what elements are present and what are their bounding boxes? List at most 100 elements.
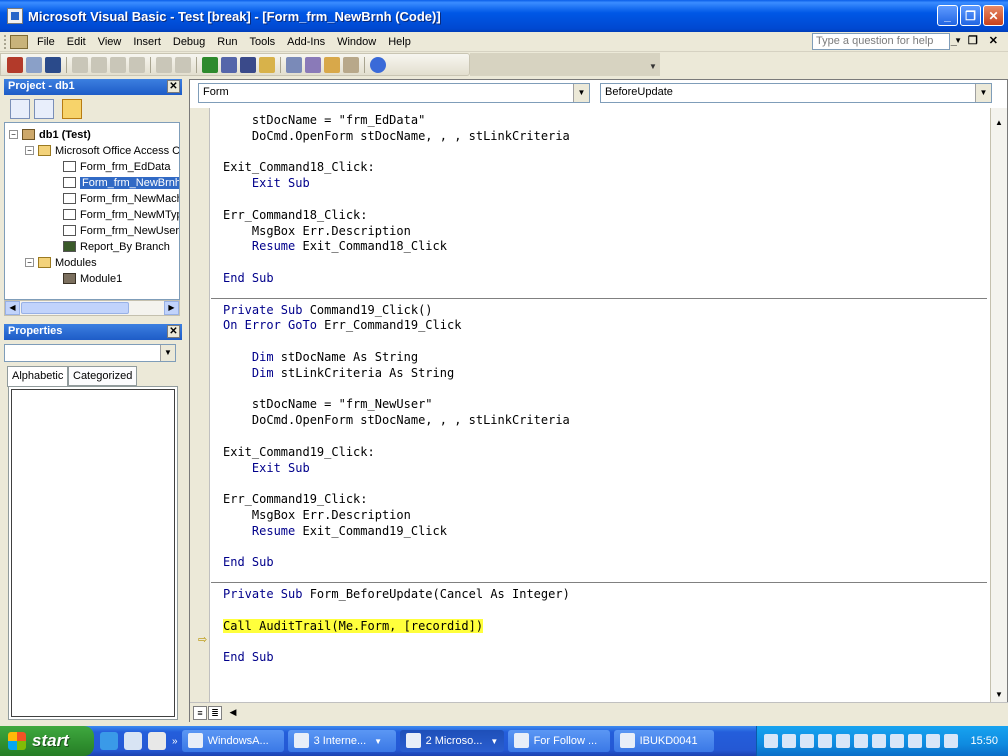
tray-icon[interactable] xyxy=(926,734,941,748)
properties-grid[interactable] xyxy=(8,386,178,720)
task-ibukd0041[interactable]: IBUKD0041 xyxy=(613,730,714,752)
object-browser-icon[interactable] xyxy=(324,56,340,73)
help-icon[interactable] xyxy=(370,56,386,73)
code-line[interactable]: Resume Exit_Command19_Click xyxy=(223,524,447,539)
menu-edit[interactable]: Edit xyxy=(61,36,92,48)
insert-module-icon[interactable] xyxy=(26,56,42,73)
code-line[interactable]: Exit Sub xyxy=(223,461,310,476)
code-line[interactable]: Exit_Command18_Click: xyxy=(223,160,375,175)
tray-icon[interactable] xyxy=(800,734,815,748)
code-editor[interactable]: stDocName = "frm_EdData" DoCmd.OpenForm … xyxy=(223,108,988,702)
tree-item-form-newMachine[interactable]: Form_frm_NewMachine xyxy=(63,191,179,206)
redo-icon[interactable] xyxy=(175,56,191,73)
paste-icon[interactable] xyxy=(110,56,126,73)
code-window[interactable]: Form ▼ BeforeUpdate ▼ ⇨ stDocName = "frm… xyxy=(189,79,1008,722)
scroll-down-icon[interactable]: ▼ xyxy=(991,688,1007,702)
vb-document-icon[interactable] xyxy=(10,34,28,49)
help-question-input[interactable]: Type a question for help xyxy=(812,33,950,50)
task-windowsa[interactable]: WindowsA... xyxy=(181,730,284,752)
code-line[interactable]: MsgBox Err.Description xyxy=(223,508,411,523)
cut-icon[interactable] xyxy=(72,56,88,73)
scroll-left-icon[interactable]: ◀ xyxy=(5,301,20,315)
save-icon[interactable] xyxy=(45,56,61,73)
scroll-right-icon[interactable]: ▶ xyxy=(164,301,179,315)
code-line[interactable]: DoCmd.OpenForm stDocName, , , stLinkCrit… xyxy=(223,413,570,428)
code-line[interactable]: On Error GoTo Err_Command19_Click xyxy=(223,318,461,333)
object-selector[interactable]: ▼ xyxy=(4,344,176,362)
view-access-icon[interactable] xyxy=(7,56,23,73)
toolbox-icon[interactable] xyxy=(343,56,359,73)
project-panel-title[interactable]: Project - db1 ✕ xyxy=(4,79,182,95)
desktop-quicklaunch-icon[interactable] xyxy=(148,732,166,750)
quicklaunch-chevron-icon[interactable]: » xyxy=(172,736,178,747)
view-object-button[interactable] xyxy=(34,99,54,119)
code-line[interactable]: stDocName = "frm_NewUser" xyxy=(223,397,433,412)
tree-folder-objects[interactable]: − Microsoft Office Access Class Objects xyxy=(25,143,179,158)
vb-app-icon[interactable] xyxy=(7,8,23,24)
tray-icon[interactable] xyxy=(890,734,905,748)
find-icon[interactable] xyxy=(129,56,145,73)
code-vscrollbar[interactable]: ▲ ▼ xyxy=(990,108,1007,702)
menu-tools[interactable]: Tools xyxy=(243,36,281,48)
outlook-quicklaunch-icon[interactable] xyxy=(124,732,142,750)
code-line[interactable]: Err_Command18_Click: xyxy=(223,208,368,223)
properties-panel-title[interactable]: Properties ✕ xyxy=(4,324,182,340)
code-line[interactable]: Dim stLinkCriteria As String xyxy=(223,366,454,381)
view-code-button[interactable] xyxy=(10,99,30,119)
project-explorer-icon[interactable] xyxy=(286,56,302,73)
menu-view[interactable]: View xyxy=(92,36,128,48)
scroll-thumb[interactable] xyxy=(21,302,129,314)
menu-window[interactable]: Window xyxy=(331,36,382,48)
menu-add-ins[interactable]: Add-Ins xyxy=(281,36,331,48)
collapse-icon[interactable]: − xyxy=(25,258,34,267)
reset-icon[interactable] xyxy=(240,56,256,73)
menu-debug[interactable]: Debug xyxy=(167,36,211,48)
tray-icon[interactable] xyxy=(818,734,833,748)
restore-button[interactable]: ❐ xyxy=(960,5,981,26)
minimize-button[interactable]: _ xyxy=(937,5,958,26)
collapse-icon[interactable]: − xyxy=(25,146,34,155)
chevron-down-icon[interactable]: ▼ xyxy=(975,84,991,102)
project-close-button[interactable]: ✕ xyxy=(167,80,180,93)
code-line[interactable]: Private Sub Command19_Click() xyxy=(223,303,433,318)
code-margin[interactable]: ⇨ xyxy=(190,108,210,702)
tree-root[interactable]: − db1 (Test) xyxy=(9,127,91,142)
project-hscrollbar[interactable]: ◀ ▶ xyxy=(4,300,180,316)
code-line[interactable]: End Sub xyxy=(223,650,274,665)
object-combo[interactable]: Form ▼ xyxy=(198,83,590,103)
title-bar[interactable]: Microsoft Visual Basic - Test [break] - … xyxy=(0,0,1008,32)
tab-alphabetic[interactable]: Alphabetic xyxy=(7,366,69,387)
tab-categorized[interactable]: Categorized xyxy=(68,366,138,386)
tray-icon[interactable] xyxy=(836,734,851,748)
design-mode-icon[interactable] xyxy=(259,56,275,73)
tray-icon[interactable] xyxy=(854,734,869,748)
menu-help[interactable]: Help xyxy=(382,36,417,48)
procedure-view-icon[interactable]: ≡ xyxy=(193,706,207,720)
tree-item-form-newUser[interactable]: Form_frm_NewUser xyxy=(63,223,179,238)
project-tree[interactable]: − db1 (Test) − Microsoft Office Access C… xyxy=(4,122,180,300)
undo-icon[interactable] xyxy=(156,56,172,73)
code-line[interactable]: stDocName = "frm_EdData" xyxy=(223,113,425,128)
procedure-combo[interactable]: BeforeUpdate ▼ xyxy=(600,83,992,103)
scroll-up-icon[interactable]: ▲ xyxy=(991,116,1007,130)
scroll-left-icon[interactable]: ◀ xyxy=(226,706,240,720)
menu-run[interactable]: Run xyxy=(211,36,243,48)
collapse-icon[interactable]: − xyxy=(9,130,18,139)
code-line[interactable]: End Sub xyxy=(223,555,274,570)
properties-window-icon[interactable] xyxy=(305,56,321,73)
code-line[interactable]: Exit_Command19_Click: xyxy=(223,445,375,460)
toolbar-options-chevron-icon[interactable]: ▼ xyxy=(649,62,657,71)
code-line[interactable]: Private Sub Form_BeforeUpdate(Cancel As … xyxy=(223,587,570,602)
code-line[interactable]: Resume Exit_Command18_Click xyxy=(223,239,447,254)
code-line[interactable]: DoCmd.OpenForm stDocName, , , stLinkCrit… xyxy=(223,129,570,144)
copy-icon[interactable] xyxy=(91,56,107,73)
close-button[interactable]: ✕ xyxy=(983,5,1004,26)
chevron-down-icon[interactable]: ▼ xyxy=(573,84,589,102)
code-line[interactable]: MsgBox Err.Description xyxy=(223,224,411,239)
start-button[interactable]: start xyxy=(0,726,94,756)
tree-item-report-branch[interactable]: Report_By Branch xyxy=(63,239,170,254)
chevron-down-icon[interactable]: ▼ xyxy=(160,345,175,361)
task-internet[interactable]: 3 Interne... ▼ xyxy=(287,730,396,752)
code-line[interactable]: Err_Command19_Click: xyxy=(223,492,368,507)
ie-quicklaunch-icon[interactable] xyxy=(100,732,118,750)
